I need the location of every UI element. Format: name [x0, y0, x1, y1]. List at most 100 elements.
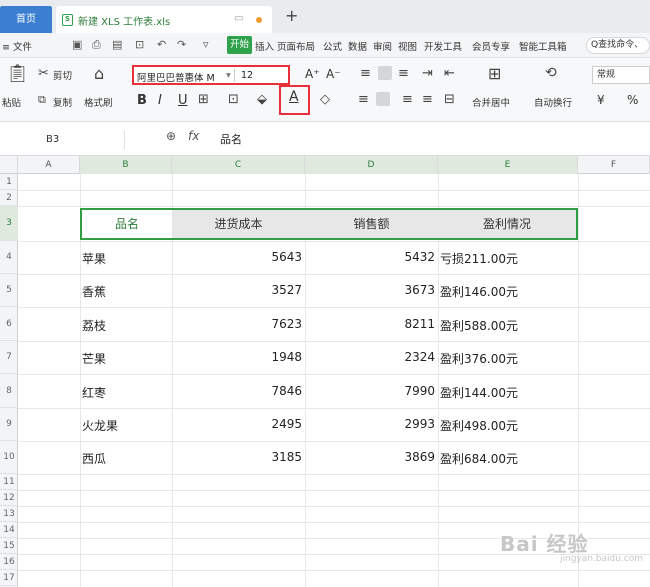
row-header[interactable]: 2 — [0, 190, 18, 206]
menu-page-layout[interactable]: 页面布局 — [277, 39, 315, 53]
save-icon[interactable]: ▣ — [72, 38, 82, 51]
merge-center-button[interactable]: 合并居中 — [472, 95, 510, 109]
cell-name[interactable]: 红枣 — [82, 384, 106, 401]
pin-icon[interactable]: ▭ — [234, 13, 243, 24]
cell-sales[interactable]: 3673 — [305, 283, 435, 297]
menu-developer[interactable]: 开发工具 — [424, 39, 462, 53]
tab-workbook[interactable]: S 新建 XLS 工作表.xls ▭ — [56, 6, 272, 33]
menu-view[interactable]: 视图 — [398, 39, 417, 53]
distributed-icon[interactable]: ⊟ — [444, 93, 455, 106]
cell-name[interactable]: 苹果 — [82, 250, 106, 267]
row-header[interactable]: 8 — [0, 374, 18, 408]
font-selector[interactable]: 阿里巴巴普惠体 M ▾ 12 — [132, 65, 290, 85]
menu-member[interactable]: 会员专享 — [472, 39, 510, 53]
align-bottom-icon[interactable]: ≡ — [398, 67, 409, 80]
cell-sales[interactable]: 3869 — [305, 450, 435, 464]
cell-profit[interactable]: 亏损211.00元 — [440, 250, 518, 267]
align-right-icon[interactable]: ≡ — [402, 93, 413, 106]
clear-format-icon[interactable]: ◇ — [320, 93, 330, 106]
column-header-c[interactable]: C — [172, 156, 305, 174]
cell-cost[interactable]: 3185 — [172, 450, 302, 464]
italic-button[interactable]: I — [158, 93, 162, 108]
zoom-icon[interactable]: ⊕ — [166, 129, 176, 143]
row-header[interactable]: 5 — [0, 274, 18, 307]
column-header-e[interactable]: E — [438, 156, 578, 174]
cell-cost[interactable]: 3527 — [172, 283, 302, 297]
cell-sales[interactable]: 7990 — [305, 384, 435, 398]
cell-sales[interactable]: 2324 — [305, 350, 435, 364]
format-painter-icon[interactable]: ⌂ — [94, 66, 104, 82]
header-cell-cost[interactable]: 进货成本 — [172, 210, 305, 238]
align-middle-icon[interactable] — [378, 66, 392, 80]
cell-cost[interactable]: 1948 — [172, 350, 302, 364]
font-name-dropdown-icon[interactable]: ▾ — [226, 70, 231, 81]
currency-button[interactable]: ¥ — [597, 93, 605, 107]
copy-button[interactable]: 复制 — [53, 95, 72, 109]
border-icon[interactable]: ⊞ — [198, 93, 209, 106]
row-header[interactable]: 9 — [0, 408, 18, 441]
select-all-corner[interactable] — [0, 156, 18, 174]
fill-color-icon[interactable]: ⬙ — [257, 93, 267, 106]
outdent-icon[interactable]: ⇤ — [444, 67, 455, 80]
column-header-f[interactable]: F — [578, 156, 650, 174]
wrap-text-button[interactable]: 自动换行 — [534, 95, 572, 109]
row-header-selected[interactable]: 3 — [0, 206, 18, 241]
row-header[interactable]: 10 — [0, 441, 18, 474]
new-tab-button[interactable]: + — [285, 6, 298, 25]
column-header-a[interactable]: A — [18, 156, 80, 174]
header-cell-name[interactable]: 品名 — [82, 210, 172, 238]
menu-file[interactable]: ≡ 文件 — [2, 39, 32, 53]
header-cell-profit[interactable]: 盈利情况 — [438, 210, 576, 238]
formula-input[interactable]: 品名 — [220, 131, 242, 147]
print-preview-icon[interactable]: ⎙ — [92, 38, 101, 52]
increase-font-icon[interactable]: A⁺ — [305, 67, 320, 81]
row-header[interactable]: 14 — [0, 522, 18, 538]
wrap-text-icon[interactable]: ⟲ — [545, 66, 557, 80]
cell-profit[interactable]: 盈利376.00元 — [440, 350, 518, 367]
undo-icon[interactable]: ↶ — [157, 38, 166, 51]
cut-button[interactable]: 剪切 — [53, 68, 72, 82]
cell-profit[interactable]: 盈利684.00元 — [440, 450, 518, 467]
justify-icon[interactable]: ≡ — [422, 93, 433, 106]
header-cell-sales[interactable]: 销售额 — [305, 210, 438, 238]
row-header[interactable]: 17 — [0, 570, 18, 586]
print-icon[interactable]: ▤ — [112, 38, 122, 51]
paste-button[interactable]: 粘贴 — [2, 95, 21, 109]
row-header[interactable]: 13 — [0, 506, 18, 522]
row-header[interactable]: 1 — [0, 174, 18, 190]
row-header[interactable]: 11 — [0, 474, 18, 490]
table-header-row[interactable]: 品名 进货成本 销售额 盈利情况 — [80, 208, 578, 240]
column-header-b[interactable]: B — [80, 156, 172, 174]
font-name-field[interactable]: 阿里巴巴普惠体 M — [137, 70, 215, 84]
row-header[interactable]: 7 — [0, 341, 18, 374]
fx-icon[interactable]: fx — [188, 129, 199, 143]
row-header[interactable]: 15 — [0, 538, 18, 554]
menu-review[interactable]: 审阅 — [373, 39, 392, 53]
row-header[interactable]: 16 — [0, 554, 18, 570]
cell-profit[interactable]: 盈利146.00元 — [440, 283, 518, 300]
cell-cost[interactable]: 5643 — [172, 250, 302, 264]
indent-icon[interactable]: ⇥ — [422, 67, 433, 80]
menu-formula[interactable]: 公式 — [323, 39, 342, 53]
cell-cost[interactable]: 7623 — [172, 317, 302, 331]
cell-sales[interactable]: 8211 — [305, 317, 435, 331]
align-top-icon[interactable]: ≡ — [360, 67, 371, 80]
cut-icon[interactable]: ✂ — [38, 67, 49, 80]
merge-center-icon[interactable]: ⊞ — [488, 66, 501, 82]
cell-profit[interactable]: 盈利588.00元 — [440, 317, 518, 334]
row-header[interactable]: 12 — [0, 490, 18, 506]
bold-button[interactable]: B — [137, 93, 147, 108]
export-icon[interactable]: ⊡ — [135, 38, 144, 51]
cell-name[interactable]: 荔枝 — [82, 317, 106, 334]
command-search[interactable]: Q查找命令、 — [586, 37, 650, 54]
cell-name[interactable]: 芒果 — [82, 350, 106, 367]
percent-button[interactable]: % — [627, 93, 638, 107]
font-size-field[interactable]: 12 — [241, 70, 253, 81]
number-format-select[interactable]: 常规 — [592, 66, 650, 84]
menu-smart-toolbox[interactable]: 智能工具箱 — [519, 39, 567, 53]
cell-cost[interactable]: 7846 — [172, 384, 302, 398]
format-painter-button[interactable]: 格式刷 — [84, 95, 113, 109]
cell-cost[interactable]: 2495 — [172, 417, 302, 431]
align-left-icon[interactable]: ≡ — [358, 93, 369, 106]
menu-data[interactable]: 数据 — [348, 39, 367, 53]
